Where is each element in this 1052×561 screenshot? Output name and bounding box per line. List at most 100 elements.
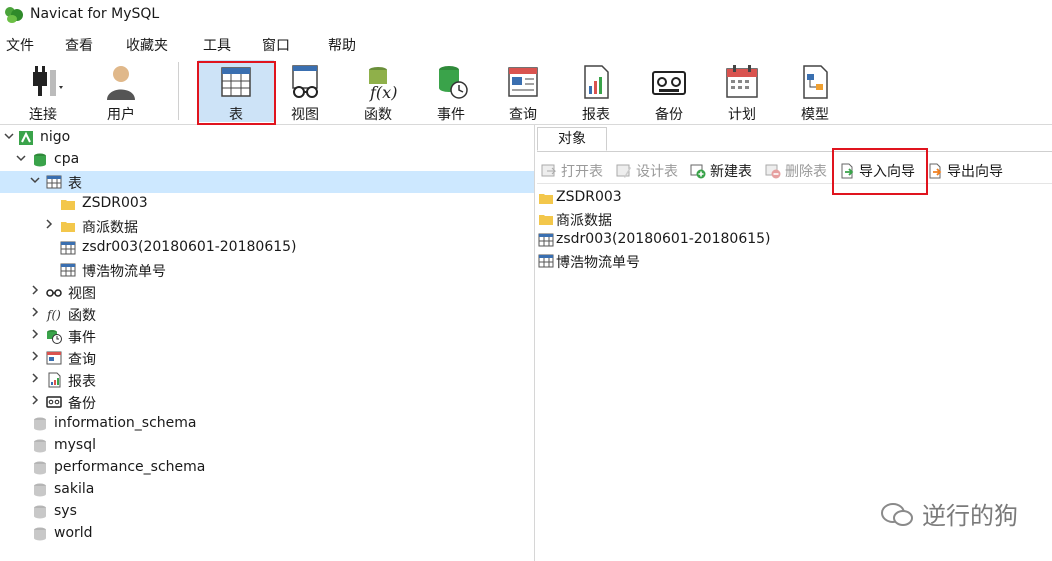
tree-item-backups[interactable]: 备份 (0, 391, 534, 413)
menu-bar: 文件 查看 收藏夹 工具 窗口 帮助 (0, 32, 1052, 56)
folder-icon (61, 200, 75, 210)
table-icon (538, 233, 554, 247)
function-icon: f() (46, 308, 61, 322)
toolbar-report-button[interactable]: 报表 (563, 60, 629, 123)
tree-item-database[interactable]: information_schema (0, 413, 534, 435)
menu-favorites[interactable]: 收藏夹 (126, 35, 168, 55)
view-icon (46, 289, 62, 297)
menu-tools[interactable]: 工具 (203, 35, 231, 55)
object-item-label: 商派数据 (556, 213, 612, 229)
tree-item-database[interactable]: sys (0, 501, 534, 523)
toolbar-table-button[interactable]: 表 (198, 60, 274, 123)
tree-item-label: 博浩物流单号 (82, 264, 166, 280)
toolbar-view-button[interactable]: 视图 (272, 60, 338, 123)
toolbar-model-button[interactable]: 模型 (782, 60, 848, 123)
object-item-label: zsdr003(20180601-20180615) (556, 231, 771, 247)
tree-item-reports[interactable]: 报表 (0, 369, 534, 391)
toolbar-event-button[interactable]: 事件 (418, 60, 484, 123)
toolbar-connect-button[interactable]: 连接 (10, 60, 76, 123)
chevron-right-icon[interactable] (30, 395, 40, 405)
view-icon (292, 65, 318, 98)
toolbar-function-button[interactable]: f(x) 函数 (345, 60, 411, 123)
chevron-down-icon[interactable] (16, 153, 26, 163)
backup-icon (46, 396, 62, 408)
folder-icon (539, 194, 553, 204)
tree-item-label: 报表 (68, 374, 96, 390)
object-item-label: ZSDR003 (556, 189, 622, 205)
tree-item-functions[interactable]: f() 函数 (0, 303, 534, 325)
tree-item-label: 商派数据 (82, 220, 138, 236)
watermark-text: 逆行的狗 (922, 502, 1018, 530)
wechat-icon (881, 503, 914, 526)
chevron-right-icon[interactable] (44, 219, 54, 229)
tree-item-table[interactable]: zsdr003(20180601-20180615) (0, 237, 534, 259)
navigation-tree: nigo cpa 表 ZSDR003 商派数据 zsdr003(20180601… (0, 125, 535, 561)
tree-item-label: performance_schema (54, 459, 206, 475)
backup-icon (652, 71, 686, 95)
tree-item-label: nigo (40, 129, 71, 145)
toolbar-user-button[interactable]: 用户 (88, 60, 154, 123)
query-icon (46, 351, 62, 365)
tree-item-database[interactable]: mysql (0, 435, 534, 457)
tree-item-folder[interactable]: ZSDR003 (0, 193, 534, 215)
tree-item-database[interactable]: performance_schema (0, 457, 534, 479)
title-bar: Navicat for MySQL (0, 0, 1052, 30)
database-gray-icon (34, 439, 46, 453)
user-icon (107, 66, 135, 100)
tree-item-label: 事件 (68, 330, 96, 346)
tree-item-folder[interactable]: 商派数据 (0, 215, 534, 237)
design-table-icon (616, 164, 631, 178)
tree-item-table[interactable]: 博浩物流单号 (0, 259, 534, 281)
report-icon (584, 65, 609, 99)
toolbar-schedule-button[interactable]: 计划 (709, 60, 775, 123)
menu-window[interactable]: 窗口 (262, 35, 290, 55)
object-toolbar: 打开表 设计表 新建表 删除表 导入向导 导出向导 (537, 157, 1052, 184)
folder-icon (61, 222, 75, 232)
toolbar-label: 备份 (655, 107, 683, 123)
main-toolbar: 连接 用户 表 视图 f(x) 函数 事件 查询 报表 备份 计划 模型 (0, 56, 1052, 125)
tree-item-database[interactable]: world (0, 523, 534, 545)
chevron-right-icon[interactable] (30, 329, 40, 339)
open-table-icon (541, 164, 557, 177)
svg-text:f(): f() (46, 308, 61, 322)
tree-item-label: information_schema (54, 415, 197, 431)
tree-item-connection[interactable]: nigo (0, 127, 534, 149)
toolbar-label: 报表 (582, 107, 610, 123)
tab-strip: 对象 (537, 125, 1052, 152)
chevron-right-icon[interactable] (30, 307, 40, 317)
query-icon (508, 67, 538, 97)
menu-help[interactable]: 帮助 (328, 35, 356, 55)
svg-text:f(x): f(x) (369, 83, 397, 102)
export-wizard-icon (929, 163, 942, 179)
tree-item-tables[interactable]: 表 (0, 171, 534, 193)
database-gray-icon (34, 417, 46, 431)
database-icon (34, 153, 46, 167)
chevron-down-icon[interactable] (30, 175, 40, 185)
tree-item-label: 表 (68, 176, 82, 192)
menu-file[interactable]: 文件 (6, 35, 34, 55)
menu-view[interactable]: 查看 (65, 35, 93, 55)
chevron-right-icon[interactable] (30, 285, 40, 295)
tree-item-events[interactable]: 事件 (0, 325, 534, 347)
toolbar-separator (178, 62, 179, 120)
tree-item-label: world (54, 525, 93, 541)
event-icon (47, 330, 62, 344)
tree-item-queries[interactable]: 查询 (0, 347, 534, 369)
chevron-down-icon[interactable] (4, 131, 14, 141)
tree-item-label: ZSDR003 (82, 195, 148, 211)
tree-item-label: 函数 (68, 308, 96, 324)
toolbar-query-button[interactable]: 查询 (490, 60, 556, 123)
model-icon (803, 65, 828, 99)
toolbar-backup-button[interactable]: 备份 (636, 60, 702, 123)
toolbar-label: 视图 (291, 107, 319, 123)
tree-item-database[interactable]: cpa (0, 149, 534, 171)
table-icon (60, 241, 76, 255)
tree-item-database[interactable]: sakila (0, 479, 534, 501)
chevron-right-icon[interactable] (30, 351, 40, 361)
tab-objects[interactable]: 对象 (537, 127, 607, 151)
chevron-right-icon[interactable] (30, 373, 40, 383)
tree-item-views[interactable]: 视图 (0, 281, 534, 303)
tree-item-label: cpa (54, 151, 80, 167)
database-gray-icon (34, 461, 46, 475)
plug-icon (33, 66, 63, 96)
